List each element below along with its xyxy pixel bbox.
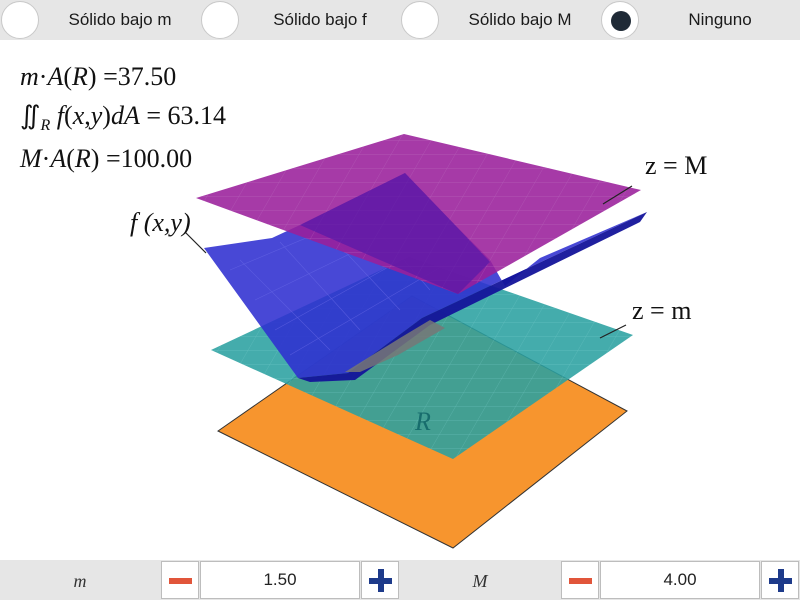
option-label: Sólido bajo m xyxy=(68,10,172,29)
m-value-input[interactable] xyxy=(200,561,360,599)
label-z-M: z = M xyxy=(645,151,708,180)
option-label: Sólido bajo M xyxy=(468,10,572,29)
param-m-label: m xyxy=(73,571,87,591)
M-area-value: 100.00 xyxy=(120,144,193,173)
formula-M-area: M·A(R) =100.00 xyxy=(20,144,193,173)
param-M-label: M xyxy=(472,571,488,591)
parameter-bar: m M xyxy=(0,560,800,600)
formula-m-area: m·A(R) =37.50 xyxy=(20,62,177,91)
option-solid-under-m[interactable]: Sólido bajo m xyxy=(0,0,200,40)
option-solid-under-M[interactable]: Sólido bajo M xyxy=(400,0,600,40)
decrement-m-button[interactable] xyxy=(161,561,199,599)
radio-button[interactable] xyxy=(401,1,439,39)
radio-button[interactable] xyxy=(1,1,39,39)
minus-icon xyxy=(569,578,592,584)
option-label: Sólido bajo f xyxy=(273,10,367,29)
integral-value: 63.14 xyxy=(167,101,227,130)
option-none[interactable]: Ninguno xyxy=(600,0,800,40)
radio-button[interactable] xyxy=(201,1,239,39)
increment-M-button[interactable] xyxy=(761,561,799,599)
option-solid-under-f[interactable]: Sólido bajo f xyxy=(200,0,400,40)
display-options-bar: Sólido bajo m Sólido bajo f Sólido bajo … xyxy=(0,0,800,40)
radio-dot-icon xyxy=(611,11,631,31)
decrement-M-button[interactable] xyxy=(561,561,599,599)
m-area-value: 37.50 xyxy=(117,62,177,91)
label-z-m: z = m xyxy=(632,296,692,325)
label-region-R: R xyxy=(415,407,431,436)
option-label: Ninguno xyxy=(688,10,752,29)
label-f-xy: f (x,y) xyxy=(130,208,191,237)
formula-integral: ∬R f(x,y)dA = 63.14 xyxy=(20,101,227,135)
increment-m-button[interactable] xyxy=(361,561,399,599)
minus-icon xyxy=(169,578,192,584)
M-value-input[interactable] xyxy=(600,561,760,599)
radio-button[interactable] xyxy=(601,1,639,39)
